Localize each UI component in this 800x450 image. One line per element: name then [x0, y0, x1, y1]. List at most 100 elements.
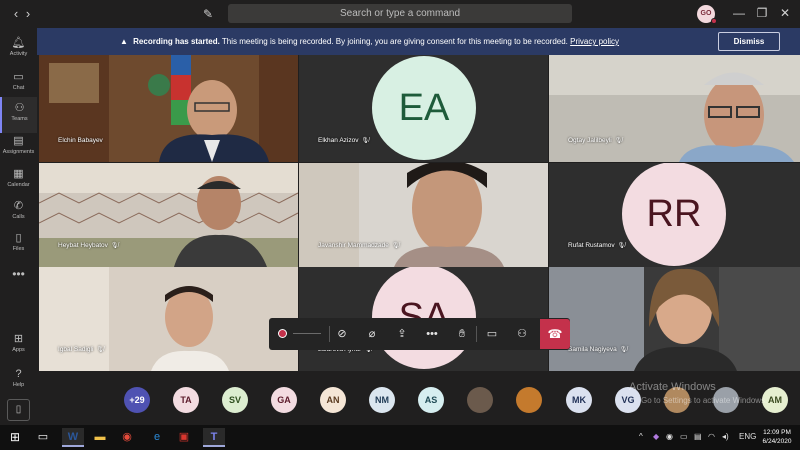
activation-watermark: Activate Windows	[629, 381, 716, 393]
search-input[interactable]: Search or type a command	[228, 4, 572, 23]
mic-off-icon: 🎙︎̸	[391, 243, 400, 249]
maximize-icon[interactable]: ❐	[754, 6, 770, 20]
assignments-icon: ▤	[13, 135, 24, 147]
rail-label: Calendar	[7, 182, 30, 188]
network-icon[interactable]: ▤	[694, 432, 702, 441]
battery-icon[interactable]: ▭	[680, 432, 688, 441]
participant-name: Ogtay Jalilbeyli 🎙︎̸	[568, 137, 623, 144]
minimize-icon[interactable]: —	[731, 6, 747, 20]
chevron-up-icon[interactable]: ^	[639, 432, 643, 441]
video-feed	[549, 55, 800, 162]
chrome-icon[interactable]: ◉	[116, 428, 138, 447]
mic-off-icon[interactable]: ⌀	[363, 325, 381, 343]
warning-icon: ▲	[120, 37, 128, 46]
apps-icon: ⊞	[13, 333, 24, 345]
compose-icon[interactable]: ✎	[203, 7, 213, 21]
roster-avatar-photo[interactable]	[516, 387, 542, 413]
tray-app-icon[interactable]: ◉	[666, 432, 673, 441]
tray-app-icon[interactable]: ◆	[653, 432, 659, 441]
teams-icon[interactable]: T	[203, 428, 225, 447]
mic-off-icon: 🎙︎̸	[110, 243, 119, 249]
wifi-icon[interactable]: ◠	[708, 432, 715, 441]
privacy-policy-link[interactable]: Privacy policy	[570, 37, 619, 46]
calendar-icon: ▦	[13, 168, 24, 180]
roster-avatar[interactable]: AN	[320, 387, 346, 413]
participant-tile[interactable]: Elchin Babayev	[39, 55, 298, 162]
activation-watermark-subtext: Go to Settings to activate Windows.	[641, 396, 768, 405]
participant-tile[interactable]: Igbal Sadigli 🎙︎̸	[39, 267, 298, 371]
participant-tile[interactable]: Javanshir Mammadzade 🎙︎̸	[299, 163, 548, 267]
mic-off-icon: 🎙︎̸	[614, 138, 623, 144]
word-icon[interactable]: W	[62, 428, 84, 447]
participant-name: Igbal Sadigli 🎙︎̸	[58, 346, 105, 353]
banner-text: ▲ Recording has started. This meeting is…	[120, 37, 619, 46]
rail-item-help[interactable]: ? Help	[0, 363, 37, 399]
video-off-icon[interactable]: ⊘	[333, 325, 351, 343]
participant-tile[interactable]: EA Elkhan Azizov 🎙︎̸	[299, 55, 548, 162]
video-feed	[39, 267, 298, 371]
participant-name: Elkhan Azizov 🎙︎̸	[318, 137, 370, 144]
camera-app-icon[interactable]: ▣	[173, 428, 195, 447]
task-view-icon[interactable]: ▭	[32, 428, 54, 447]
rail-item-calls[interactable]: ✆ Calls	[0, 195, 37, 231]
hang-up-button[interactable]: ☎	[540, 319, 570, 349]
volume-icon[interactable]: ◂)	[722, 432, 729, 441]
language-indicator[interactable]: ENG	[739, 432, 756, 441]
roster-avatar[interactable]: +29	[124, 387, 150, 413]
raise-hand-icon[interactable]: ✋︎	[453, 325, 471, 343]
participant-name: Elchin Babayev	[58, 137, 103, 144]
files-icon: ▯	[15, 232, 22, 244]
share-screen-icon[interactable]: ⇪	[393, 325, 411, 343]
system-clock[interactable]: 12:09 PM 6/24/2020	[757, 428, 797, 446]
recording-indicator-icon	[278, 329, 287, 338]
clock-time: 12:09 PM	[763, 429, 791, 436]
rail-item-activity[interactable]: 🔔︎ Activity	[0, 32, 37, 68]
participants-icon[interactable]: ⚇	[513, 325, 531, 343]
roster-avatar[interactable]: TA	[173, 387, 199, 413]
presence-busy-icon	[711, 18, 717, 24]
clock-date: 6/24/2020	[762, 438, 792, 445]
roster-avatar-photo[interactable]	[467, 387, 493, 413]
rail-label: Activity	[9, 51, 28, 57]
rail-label: Chat	[12, 85, 25, 91]
participant-initials-avatar: EA	[372, 56, 476, 160]
rail-item-apps[interactable]: ⊞ Apps	[0, 328, 37, 364]
banner-message: This meeting is being recorded. By joini…	[221, 37, 568, 46]
rail-item-files[interactable]: ▯ Files	[0, 227, 37, 263]
mic-off-icon: 🎙︎̸	[617, 243, 626, 249]
participant-tile[interactable]: Heybat Heybatov 🎙︎̸	[39, 163, 298, 267]
windows-start-icon[interactable]: ⊞	[4, 428, 26, 447]
participant-tile[interactable]: Samila Nagiyeva 🎙︎̸	[549, 267, 800, 371]
roster-avatar[interactable]: AS	[418, 387, 444, 413]
rail-label: Help	[12, 382, 25, 388]
video-feed	[39, 163, 298, 267]
close-icon[interactable]: ✕	[777, 6, 793, 20]
call-controls: ⊘ ⌀ ⇪ ••• ✋︎ ▭ ⚇ ☎	[269, 318, 570, 350]
divider	[329, 326, 330, 342]
roster-avatar[interactable]: MK	[566, 387, 592, 413]
participant-tile[interactable]: RR Rufat Rustamov 🎙︎̸	[549, 163, 800, 267]
participant-name: Rufat Rustamov 🎙︎̸	[568, 242, 626, 249]
participant-name: Javanshir Mammadzade 🎙︎̸	[318, 242, 400, 249]
rail-item-assignments[interactable]: ▤ Assignments	[0, 130, 37, 166]
participant-tile[interactable]: Ogtay Jalilbeyli 🎙︎̸	[549, 55, 800, 162]
file-explorer-icon[interactable]: ▬	[89, 428, 111, 447]
rail-label: Calls	[12, 214, 25, 220]
roster-avatar[interactable]: NM	[369, 387, 395, 413]
dismiss-button[interactable]: Dismiss	[718, 32, 780, 51]
rail-label: Teams	[11, 116, 28, 122]
chat-icon[interactable]: ▭	[483, 325, 501, 343]
edge-icon[interactable]: e	[146, 428, 168, 447]
rail-item-calendar[interactable]: ▦ Calendar	[0, 163, 37, 199]
rail-label: Apps	[12, 347, 25, 353]
device-icon[interactable]: ▯	[7, 399, 30, 421]
more-apps-icon[interactable]: •••	[0, 267, 37, 281]
roster-avatar[interactable]: GA	[271, 387, 297, 413]
title-bar: ‹ › ✎ Search or type a command GO — ❐ ✕	[0, 0, 800, 28]
chevron-right-icon[interactable]: ›	[20, 6, 36, 21]
more-actions-icon[interactable]: •••	[423, 325, 441, 343]
banner-title: Recording has started.	[133, 37, 220, 46]
roster-avatar[interactable]: SV	[222, 387, 248, 413]
phone-icon: ✆	[13, 200, 24, 212]
rail-item-teams[interactable]: ⚇ Teams	[0, 97, 37, 133]
